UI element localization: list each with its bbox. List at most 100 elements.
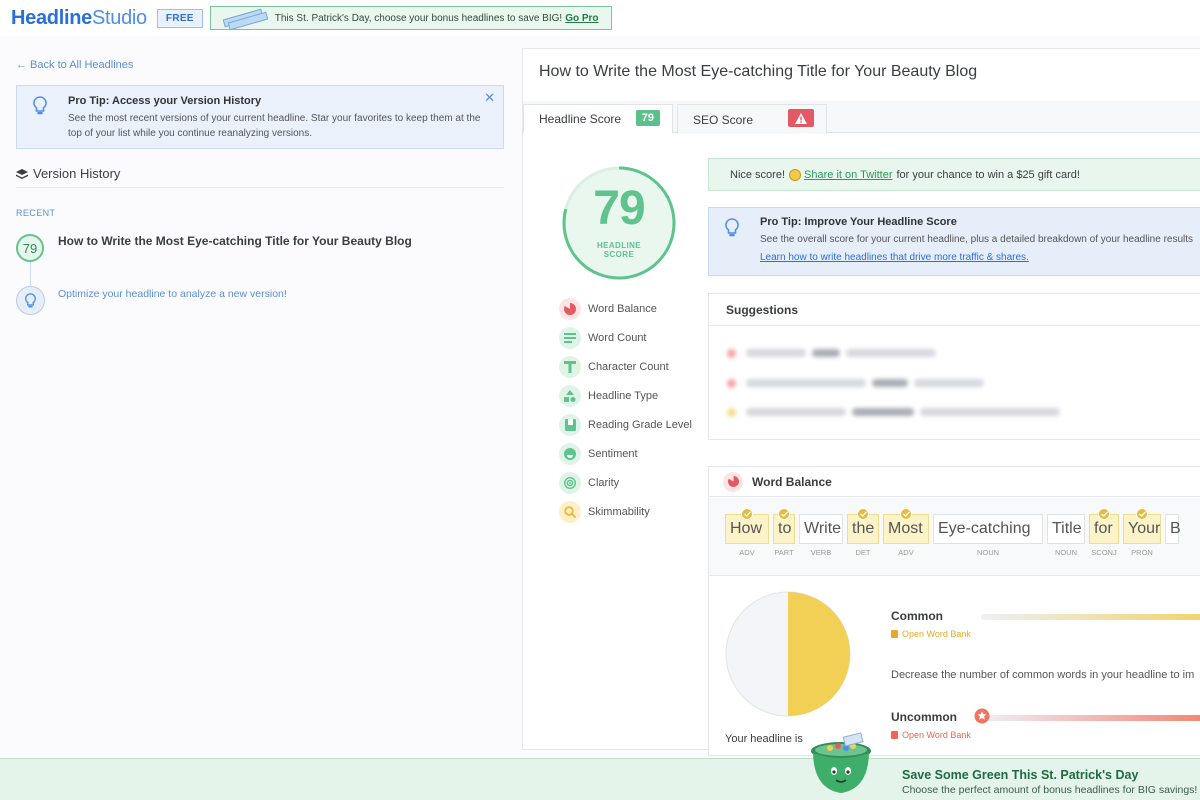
protip-improve-score: Pro Tip: Improve Your Headline Score See… (708, 207, 1200, 276)
suggestion-item (727, 377, 990, 389)
lightbulb-icon (33, 96, 47, 115)
tab-headline-score[interactable]: Headline Score 79 (523, 104, 673, 134)
back-link[interactable]: ← Back to All Headlines (16, 59, 133, 71)
uncommon-bar (981, 715, 1200, 721)
part-of-speech-label: NOUN (1054, 548, 1078, 557)
promo-banner[interactable]: This St. Patrick's Day, choose your bonu… (209, 6, 612, 31)
target-icon (559, 472, 581, 494)
part-of-speech-label: VERB (810, 548, 832, 557)
optimize-prompt: Optimize your headline to analyze a new … (58, 288, 287, 300)
metric-headline-type[interactable]: Headline Type (559, 384, 658, 408)
learn-headlines-link[interactable]: Learn how to write headlines that drive … (760, 252, 1029, 263)
pie-icon (723, 471, 743, 492)
tab-seo-score[interactable]: SEO Score (677, 104, 827, 134)
share-twitter-link[interactable]: Share it on Twitter (804, 169, 892, 181)
smile-icon (559, 443, 581, 465)
word-token: to (773, 508, 795, 544)
metric-word-count[interactable]: Word Count (559, 326, 647, 350)
star-icon (974, 708, 990, 724)
metric-skimmability[interactable]: Skimmability (559, 500, 650, 524)
warning-icon (788, 109, 814, 127)
suggestions-title: Suggestions (709, 294, 1200, 326)
word-token: How (725, 508, 769, 544)
metric-sentiment[interactable]: Sentiment (559, 442, 638, 466)
word-token: Your (1123, 508, 1161, 544)
open-word-bank-common[interactable]: Open Word Bank (891, 629, 971, 639)
check-icon (1098, 508, 1110, 520)
ticket-icon (219, 8, 269, 31)
word-balance-pie (725, 591, 851, 717)
check-icon (778, 508, 790, 520)
part-of-speech-label: PART (774, 548, 794, 557)
protip-text: See the most recent versions of your cur… (68, 113, 481, 139)
common-bar (981, 614, 1200, 620)
book-icon (891, 630, 898, 638)
promo-text: This St. Patrick's Day, choose your bonu… (274, 12, 563, 24)
headline-score-badge: 79 (635, 110, 660, 126)
headline-score-gauge: 79 HEADLINE SCORE (561, 165, 677, 281)
word-token: for (1089, 508, 1119, 544)
version-item-title[interactable]: How to Write the Most Eye-catching Title… (58, 234, 412, 248)
pie-icon (559, 298, 581, 320)
promo-subtitle: Choose the perfect amount of bonus headl… (902, 784, 1198, 796)
version-score-badge: 79 (16, 234, 44, 262)
part-of-speech-label: NOUN (976, 548, 1000, 557)
protip-title: Pro Tip: Improve Your Headline Score (760, 216, 957, 228)
metric-character-count[interactable]: Character Count (559, 355, 669, 379)
metric-word-balance[interactable]: Word Balance (559, 297, 657, 321)
score-value: 79 (593, 182, 645, 235)
plan-badge: FREE (156, 8, 203, 28)
close-icon[interactable]: ✕ (484, 90, 495, 106)
word-token: the (847, 508, 879, 544)
word-token: Write (799, 514, 843, 544)
suggestion-item (727, 347, 942, 359)
common-label: Common (891, 609, 943, 623)
word-balance-summary: Your headline is (725, 733, 803, 745)
uncommon-label: Uncommon (891, 710, 957, 724)
book-icon (891, 731, 898, 739)
headline-title: How to Write the Most Eye-catching Title… (539, 63, 978, 80)
part-of-speech-label: ADV (898, 548, 914, 557)
go-pro-link[interactable]: Go Pro (565, 13, 598, 24)
version-history-heading: Version History (16, 166, 504, 188)
check-icon (741, 508, 753, 520)
open-word-bank-uncommon[interactable]: Open Word Bank (891, 730, 971, 740)
word-token: Title (1047, 514, 1085, 544)
suggestions-panel: Suggestions (708, 293, 1200, 440)
timeline-connector (30, 262, 31, 286)
metric-clarity[interactable]: Clarity (559, 471, 619, 495)
pie-slice-common (788, 592, 850, 716)
layers-icon (16, 169, 28, 179)
check-icon (1136, 508, 1148, 520)
st-patricks-promo[interactable]: Save Some Green This St. Patrick's Day C… (0, 732, 1200, 800)
protip-version-history: Pro Tip: Access your Version History See… (16, 85, 504, 149)
recent-label: RECENT (16, 208, 56, 218)
part-of-speech-label: PRON (1131, 548, 1153, 557)
word-token: B (1165, 514, 1181, 544)
score-tabs: Headline Score 79 SEO Score (523, 101, 1200, 134)
word-token: Most (883, 508, 929, 544)
word-balance-panel: Word Balance How ADV to PART Write VERB the DET… (708, 466, 1200, 756)
pot-of-gold-icon (811, 732, 871, 793)
lightbulb-icon (725, 218, 739, 237)
nice-score-banner: Nice score! Share it on Twitter for your… (708, 158, 1200, 191)
protip-text: See the overall score for your current h… (760, 234, 1194, 245)
score-label: HEADLINE SCORE (596, 241, 642, 259)
check-icon (857, 508, 869, 520)
suggestion-item (727, 406, 1066, 418)
analysis-panel: How to Write the Most Eye-catching Title… (522, 48, 1200, 756)
smiley-icon (789, 168, 802, 181)
word-balance-description: Decrease the number of common words in y… (891, 669, 1195, 681)
metric-reading-grade[interactable]: Reading Grade Level (559, 413, 692, 437)
part-of-speech-label: DET (855, 548, 871, 557)
lightbulb-icon (16, 286, 45, 315)
logo[interactable]: HeadlineStudio (11, 7, 147, 30)
part-of-speech-label: SCONJ (1091, 548, 1117, 557)
book-icon (559, 414, 581, 436)
magnifier-icon (559, 501, 581, 523)
shapes-icon (559, 385, 581, 407)
promo-title: Save Some Green This St. Patrick's Day (902, 768, 1139, 782)
word-balance-heading: Word Balance (709, 467, 1200, 497)
word-token-strip: How ADV to PART Write VERB the DET Most ADV Eye-ca… (709, 498, 1200, 576)
check-icon (900, 508, 912, 520)
